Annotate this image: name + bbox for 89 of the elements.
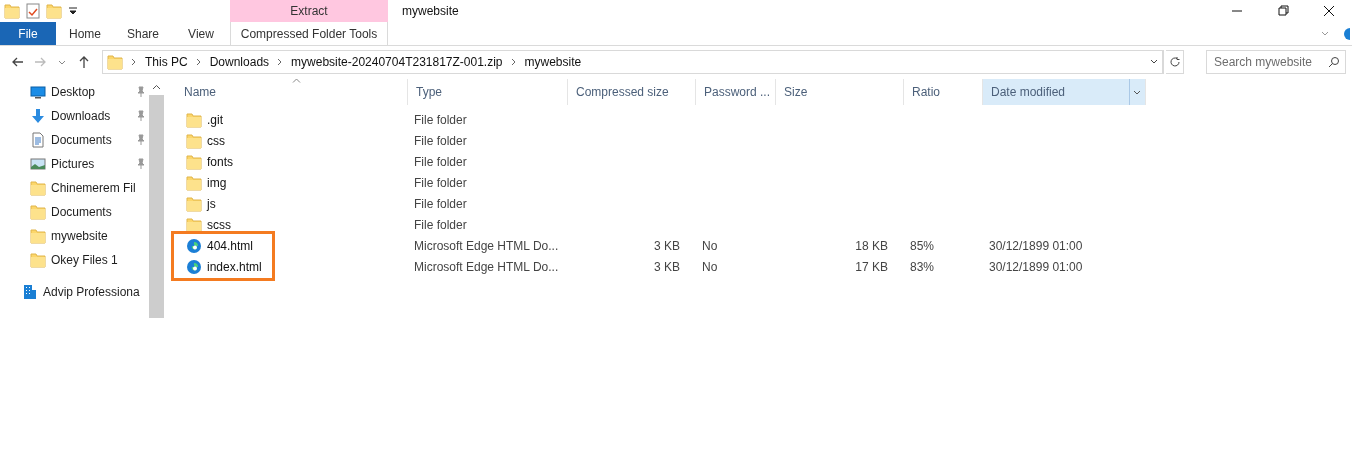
sidebar-item[interactable]: Documents [0, 200, 149, 224]
chevron-right-icon [277, 58, 284, 66]
folder-icon [186, 132, 202, 149]
file-name[interactable]: 404.html [207, 236, 254, 255]
folder-icon [46, 3, 62, 19]
table-cell-text: 85% [910, 237, 935, 255]
table-cell-text: 18 KB [855, 237, 888, 255]
sidebar-item[interactable]: mywebsite [0, 224, 149, 248]
table-cell-text: 3 KB [654, 258, 680, 276]
minimize-icon [1232, 10, 1242, 12]
chevron-right-icon [510, 58, 517, 66]
chevron-up-icon [152, 83, 161, 90]
edge-icon [186, 237, 202, 254]
window-title: mywebsite [401, 3, 459, 20]
breadcrumb-item[interactable]: mywebsite-20240704T231817Z-001.zip [291, 53, 503, 71]
column-header[interactable]: Date modified [983, 79, 1146, 105]
table-cell-text: File folder [414, 153, 467, 171]
file-name[interactable]: img [207, 173, 227, 192]
file-name[interactable]: css [207, 131, 225, 150]
ribbon-tab[interactable]: View [172, 22, 230, 45]
search-icon [1328, 56, 1340, 68]
column-header[interactable]: Type [408, 79, 568, 105]
table-cell-text: File folder [414, 195, 467, 213]
column-header[interactable]: Password ... [696, 79, 776, 105]
sidebar-item[interactable]: Advip Professiona [0, 280, 149, 304]
table-cell-text: Microsoft Edge HTML Do... [414, 258, 559, 276]
breadcrumb-item[interactable]: Downloads [209, 53, 270, 71]
folder-icon [4, 3, 20, 19]
folder-icon [186, 195, 202, 212]
scrollbar-thumb[interactable] [149, 95, 164, 318]
table-cell-text: File folder [414, 216, 467, 234]
restore-icon [1275, 3, 1291, 19]
folder-icon [186, 174, 202, 191]
table-cell-text: 17 KB [855, 258, 888, 276]
folder-icon [30, 252, 46, 268]
file-name[interactable]: js [207, 194, 216, 213]
dropdown-caret-icon [68, 6, 78, 16]
breadcrumb-item[interactable]: mywebsite [524, 53, 582, 71]
download-arrow-icon [30, 108, 46, 124]
file-name[interactable]: .git [207, 110, 223, 129]
desktop-icon [30, 84, 46, 100]
table-cell-text: File folder [414, 111, 467, 129]
column-header[interactable]: Size [776, 79, 904, 105]
table-cell-text: File folder [414, 174, 467, 192]
folder-icon [186, 216, 202, 233]
sidebar-item[interactable]: Documents [0, 128, 149, 152]
chevron-down-icon [58, 59, 66, 65]
column-header[interactable]: Name [176, 79, 408, 105]
ribbon-tab[interactable]: Share [114, 22, 172, 45]
folder-icon [30, 228, 46, 244]
file-name[interactable]: fonts [207, 152, 233, 171]
sidebar-item[interactable]: Okey Files 1 [0, 248, 149, 272]
column-header[interactable]: Compressed size [568, 79, 696, 105]
sort-ascending-icon [291, 78, 301, 83]
folder-icon [186, 153, 202, 170]
folder-icon [107, 54, 123, 70]
folder-icon [186, 111, 202, 128]
chevron-right-icon [131, 58, 137, 66]
folder-icon [30, 180, 46, 196]
address-bar[interactable]: This PC Downloads mywebsite-20240704T231817Z-001.zip mywebsite [102, 50, 1164, 74]
search-field[interactable]: Search mywebsite [1206, 50, 1346, 74]
table-cell-text: 30/12/1899 01:00 [989, 237, 1083, 255]
file-name[interactable]: index.html [207, 257, 262, 276]
folder-icon [30, 204, 46, 220]
sidebar-item[interactable]: Downloads [0, 104, 149, 128]
ribbon-tab[interactable]: Home [56, 22, 114, 45]
sidebar-item[interactable]: Desktop [0, 80, 149, 104]
refresh-button[interactable] [1166, 50, 1184, 74]
table-cell-text: 83% [910, 258, 935, 276]
table-cell-text: 30/12/1899 01:00 [989, 258, 1083, 276]
building-icon [22, 284, 38, 300]
table-cell-text: No [702, 237, 718, 255]
close-icon [1321, 3, 1337, 19]
breadcrumb-item[interactable]: This PC [145, 53, 188, 71]
table-cell-text: File folder [414, 132, 467, 150]
document-icon [30, 132, 46, 148]
file-name[interactable]: scss [207, 215, 231, 234]
table-cell-text: Microsoft Edge HTML Do... [414, 237, 559, 255]
table-cell-text: 3 KB [654, 237, 680, 255]
file-menu-button[interactable]: File [0, 22, 56, 45]
chevron-right-icon [195, 58, 202, 66]
pictures-icon [30, 156, 46, 172]
checklist-icon [26, 3, 40, 19]
sidebar-item[interactable]: Chinemerem Fil [0, 176, 149, 200]
refresh-icon [1168, 56, 1181, 68]
edge-icon [186, 258, 202, 275]
sidebar-item[interactable]: Pictures [0, 152, 149, 176]
context-tab-group-label: Extract [230, 0, 388, 22]
table-cell-text: No [702, 258, 718, 276]
